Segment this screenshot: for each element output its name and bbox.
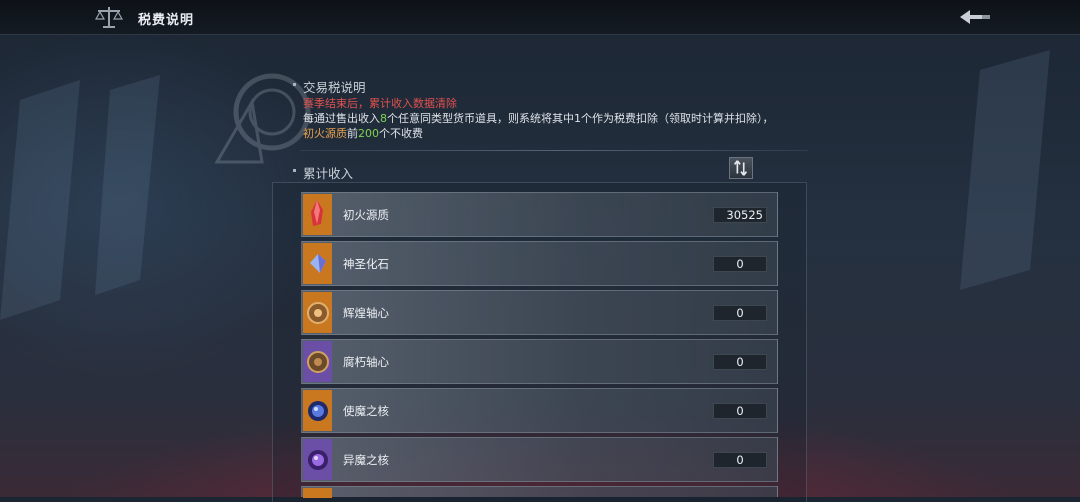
item-count: 0 [713,452,767,468]
desc-text: 前 [347,127,358,140]
section-divider [300,150,808,151]
season-reset-notice: 赛季结束后，累计收入数据清除 [303,97,457,110]
item-name: 异魔之核 [343,453,389,467]
blue-orb-icon [303,390,332,431]
desc-item-highlight: 初火源质 [303,127,347,140]
item-count: 0 [713,354,767,370]
sort-arrows-icon [733,160,748,176]
item-name: 辉煌轴心 [343,306,389,320]
list-item: 使魔之核 0 [301,388,778,433]
bullet-marker [293,83,296,86]
background-decoration [960,50,1050,290]
scales-icon [94,7,124,28]
income-section-title: 累计收入 [303,166,354,181]
desc-highlight: 200 [358,127,379,140]
desc-text: 个不收费 [379,127,423,140]
bullet-marker [293,169,296,172]
purple-orb-icon [303,439,332,480]
item-name: 初火源质 [343,208,389,222]
item-count: 0 [713,403,767,419]
desc-text: 每通过售出收入 [303,112,380,125]
page-title: 税费说明 [138,13,195,28]
desc-text: 个任意同类型货币道具，则系统将其中1个作为税费扣除（领取时计算并扣除）， [387,112,774,125]
sort-button[interactable] [729,157,753,179]
list-item: 初火源质 30525 [301,192,778,237]
item-name: 腐朽轴心 [343,355,389,369]
item-count: 0 [713,305,767,321]
item-name: 使魔之核 [343,404,389,418]
list-item: 神圣化石 0 [301,241,778,286]
list-item: 异魔之核 0 [301,437,778,482]
list-item: 腐朽轴心 0 [301,339,778,384]
purple-gear-icon [303,341,332,382]
item-count: 0 [713,256,767,272]
blue-crystal-icon [303,243,332,284]
item-count: 30525 [713,207,767,223]
top-bar: 税费说明 [0,0,1080,35]
desc-highlight: 8 [380,112,387,125]
item-name: 神圣化石 [343,257,389,271]
red-crystal-icon [303,194,332,235]
list-item: 辉煌轴心 0 [301,290,778,335]
list-item [301,486,778,498]
tax-section-title: 交易税说明 [303,80,366,95]
tax-description: 每通过售出收入8个任意同类型货币道具，则系统将其中1个作为税费扣除（领取时计算并… [303,111,823,141]
bronze-gear-icon [303,292,332,333]
back-arrow-icon[interactable] [958,7,992,27]
